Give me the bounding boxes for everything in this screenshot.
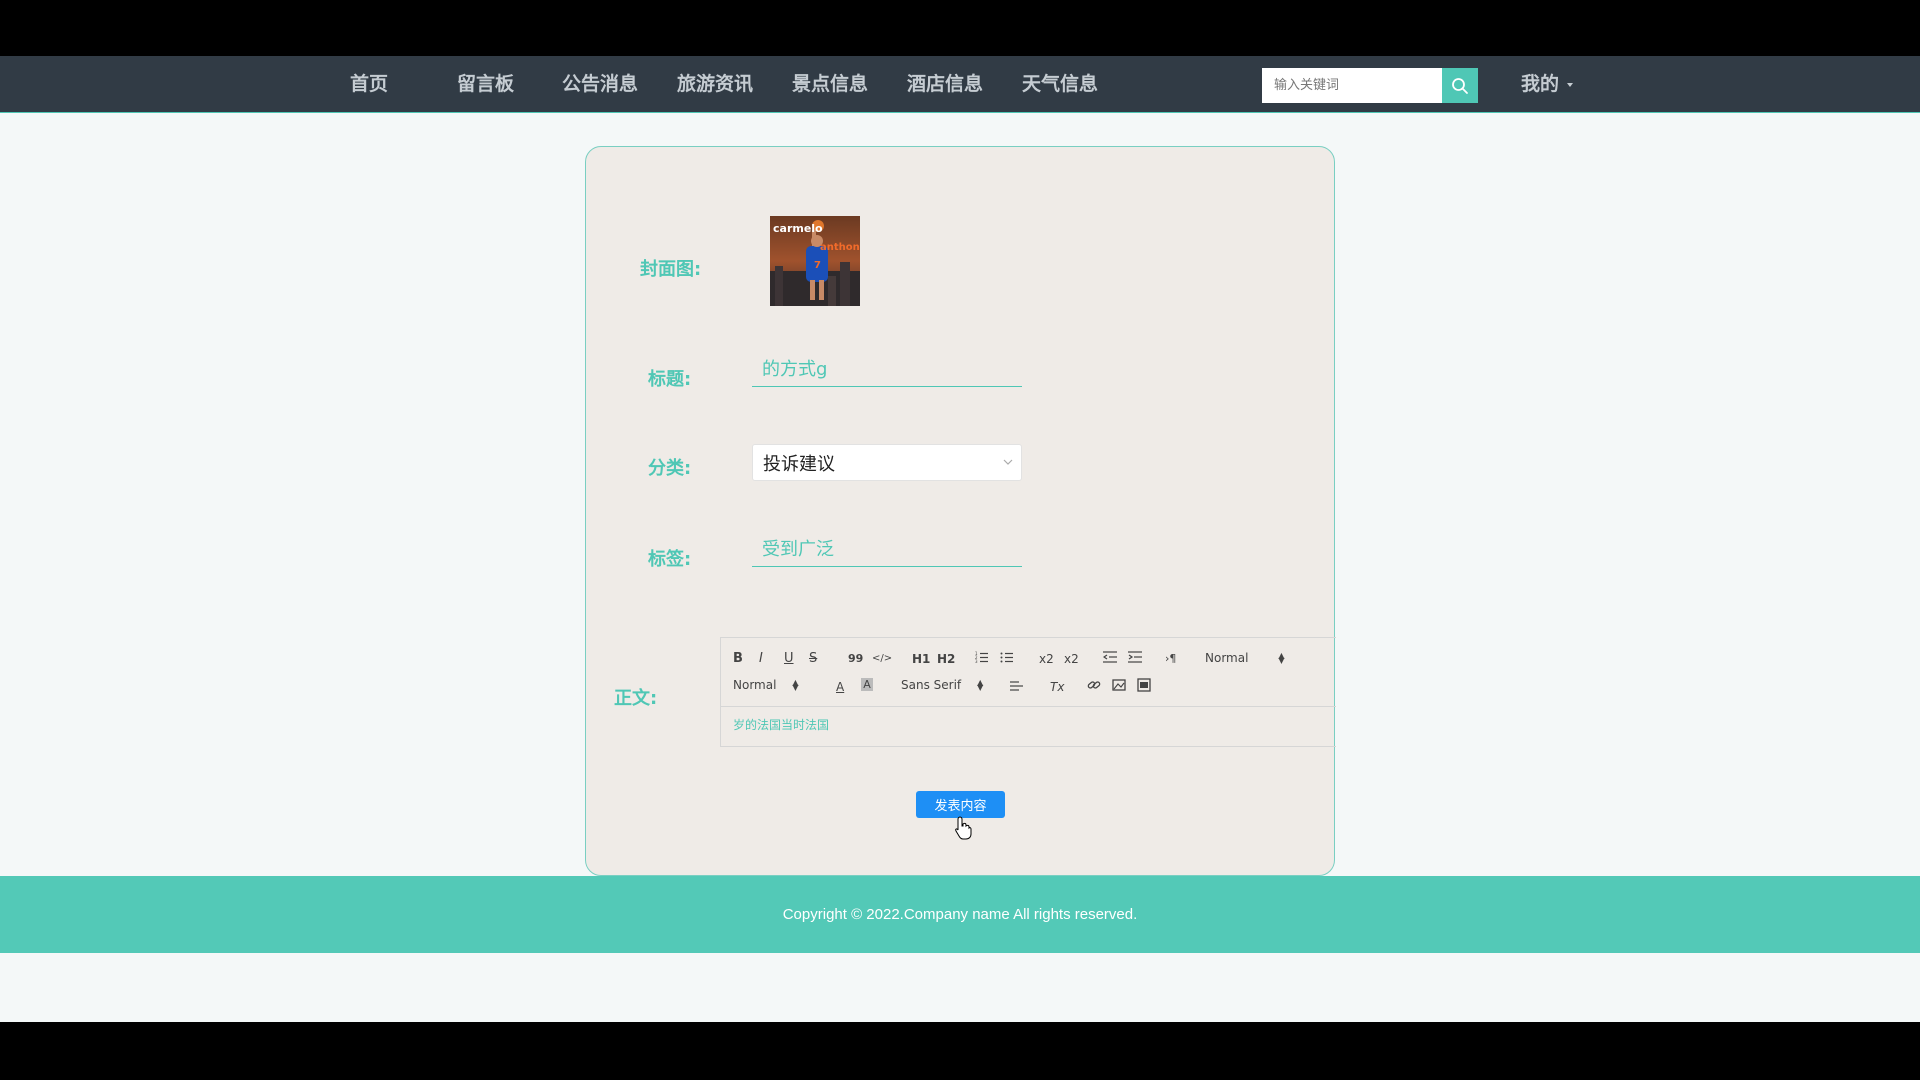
bullet-list-button[interactable] xyxy=(1000,650,1014,668)
indent-button[interactable] xyxy=(1128,650,1142,668)
copyright-text: Copyright © 2022.Company name All rights… xyxy=(782,906,1138,923)
nav-item-home[interactable]: 首页 xyxy=(350,72,388,96)
nav-item-attractions[interactable]: 景点信息 xyxy=(792,72,868,96)
tags-label: 标签: xyxy=(648,549,692,570)
italic-button[interactable]: I xyxy=(759,650,763,668)
category-label: 分类: xyxy=(648,458,692,479)
header-1-button[interactable]: H1 xyxy=(912,650,930,668)
insert-image-button[interactable] xyxy=(1112,678,1126,696)
outdent-icon xyxy=(1102,651,1117,663)
insert-video-button[interactable] xyxy=(1137,678,1151,696)
title-label: 标题: xyxy=(648,369,692,390)
link-icon xyxy=(1087,681,1101,689)
header-select[interactable]: Normal ▲ ▼ xyxy=(1205,649,1285,667)
editor-content[interactable]: 岁的法国当时法国 xyxy=(733,716,829,733)
nav-item-weather[interactable]: 天气信息 xyxy=(1022,72,1098,96)
ordered-list-button[interactable]: 1 2 3 xyxy=(975,650,989,668)
subscript-button[interactable]: x2 xyxy=(1039,650,1054,668)
bold-button[interactable]: B xyxy=(733,650,743,668)
category-select[interactable]: 投诉建议 xyxy=(752,444,1022,481)
underline-button[interactable]: U xyxy=(784,650,794,668)
nav-item-travel-news[interactable]: 旅游资讯 xyxy=(677,72,753,96)
updown-arrows-icon: ▲ ▼ xyxy=(1278,651,1285,665)
search-input[interactable] xyxy=(1262,68,1442,103)
svg-text:3: 3 xyxy=(975,659,978,664)
page-footer: Copyright © 2022.Company name All rights… xyxy=(0,876,1920,953)
align-left-icon xyxy=(1010,681,1023,691)
text-direction-button[interactable]: ›¶ xyxy=(1165,650,1176,668)
updown-arrows-icon: ▲ ▼ xyxy=(792,678,799,692)
font-select-value: Sans Serif xyxy=(901,678,962,692)
cover-image-text-mid: anthony xyxy=(820,242,860,253)
category-selected-value: 投诉建议 xyxy=(763,453,835,475)
my-account-label: 我的 xyxy=(1521,73,1560,95)
search-button[interactable] xyxy=(1442,68,1478,103)
editor-toolbar: B I U S 99 </> H1 H2 1 2 3 x2 x2 ›¶ Norm… xyxy=(721,638,1336,707)
hand-pointer-icon xyxy=(955,816,972,840)
align-button[interactable] xyxy=(1010,678,1024,696)
nav-item-hotels[interactable]: 酒店信息 xyxy=(907,72,983,96)
video-icon xyxy=(1137,678,1151,692)
bullet-list-icon xyxy=(1000,652,1013,663)
image-icon xyxy=(1112,679,1126,691)
size-select[interactable]: Normal ▲ ▼ xyxy=(733,676,799,694)
page-viewport: 首页 留言板 公告消息 旅游资讯 景点信息 酒店信息 天气信息 我的 封面图: xyxy=(0,56,1920,1022)
updown-arrows-icon: ▲ ▼ xyxy=(977,678,984,692)
nav-item-message-board[interactable]: 留言板 xyxy=(457,72,514,96)
clear-format-button[interactable]: Tx xyxy=(1050,678,1064,696)
cover-image-text-top: carmelo xyxy=(773,222,823,235)
code-block-button[interactable]: </> xyxy=(872,650,892,668)
title-input[interactable] xyxy=(752,349,1022,387)
tags-input[interactable] xyxy=(752,529,1022,567)
size-select-value: Normal xyxy=(733,678,777,692)
background-color-button[interactable]: A xyxy=(861,678,873,691)
header-2-button[interactable]: H2 xyxy=(937,650,955,668)
search-icon xyxy=(1452,77,1468,94)
chevron-down-icon xyxy=(1003,459,1013,465)
indent-icon xyxy=(1128,651,1142,663)
top-navbar: 首页 留言板 公告消息 旅游资讯 景点信息 酒店信息 天气信息 我的 xyxy=(0,56,1920,113)
body-label: 正文: xyxy=(614,688,658,709)
strikethrough-button[interactable]: S xyxy=(809,650,817,668)
nav-item-announcements[interactable]: 公告消息 xyxy=(562,72,638,96)
cover-label: 封面图: xyxy=(640,259,702,280)
publish-button[interactable]: 发表内容 xyxy=(916,791,1005,818)
superscript-button[interactable]: x2 xyxy=(1064,650,1079,668)
ordered-list-icon: 1 2 3 xyxy=(975,651,988,664)
cover-image[interactable]: carmelo anthony 7 xyxy=(770,216,860,306)
rich-text-editor: B I U S 99 </> H1 H2 1 2 3 x2 x2 ›¶ Norm… xyxy=(720,637,1336,747)
caret-down-icon xyxy=(1567,83,1574,87)
header-select-value: Normal xyxy=(1205,651,1249,665)
cover-image-jersey-number: 7 xyxy=(814,260,821,271)
text-color-button[interactable]: A xyxy=(836,678,844,696)
cover-image-graphic: carmelo anthony 7 xyxy=(770,216,860,306)
publish-form-card: 封面图: carmelo anthon 7 标题: 的方式g 分类: 投诉建议 … xyxy=(585,146,1336,876)
blockquote-button[interactable]: 99 xyxy=(848,650,863,668)
my-account-dropdown[interactable]: 我的 xyxy=(1521,72,1574,96)
outdent-button[interactable] xyxy=(1102,650,1117,668)
font-select[interactable]: Sans Serif ▲ ▼ xyxy=(901,676,983,694)
insert-link-button[interactable] xyxy=(1087,678,1101,696)
